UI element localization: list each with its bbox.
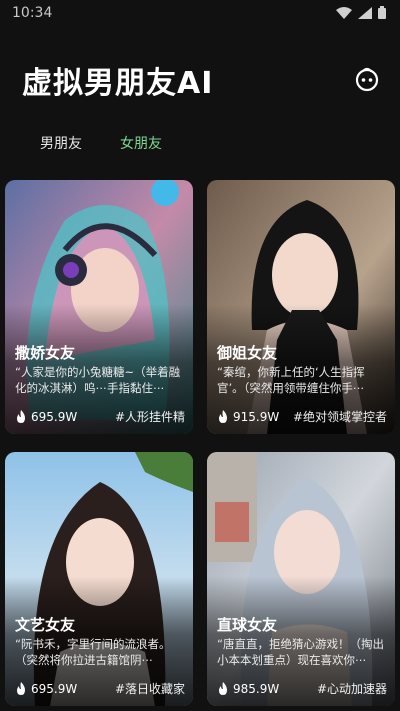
- character-name: 撒娇女友: [15, 344, 76, 362]
- flame-icon: [17, 681, 25, 695]
- flame-icon: [219, 681, 227, 695]
- character-tag: #落日收藏家: [114, 682, 185, 696]
- status-time: 10:34: [12, 5, 53, 21]
- flame-icon: [17, 409, 25, 423]
- flame-icon: [219, 409, 227, 423]
- character-card[interactable]: 文艺女友 “阮书禾，字里行间的流浪者。（突然将你拉进古籍馆阴⋯ 695.9W #…: [5, 452, 193, 706]
- popularity-count: 695.9W: [31, 409, 78, 424]
- character-card[interactable]: 御姐女友 “秦绾，你新上任的‘人生指挥官’。（突然用领带缠住你手⋯ 915.9W…: [207, 180, 395, 434]
- category-tabs: 男朋友 女朋友: [40, 133, 162, 153]
- status-icons: [336, 6, 386, 19]
- character-tag: #绝对领域掌控者: [292, 410, 387, 424]
- tab-girlfriend[interactable]: 女朋友: [120, 133, 162, 153]
- popularity-count: 695.9W: [31, 681, 78, 696]
- character-quote: “秦绾，你新上任的‘人生指挥官’。（突然用领带缠住你手⋯: [217, 365, 365, 395]
- character-tag: #心动加速器: [316, 682, 387, 696]
- profile-button[interactable]: [354, 66, 380, 92]
- character-card[interactable]: 直球女友 “唐直直，拒绝猜心游戏！（掏出小本本划重点）现在喜欢你⋯ 985.9W…: [207, 452, 395, 706]
- signal-icon: [358, 6, 372, 19]
- character-name: 文艺女友: [15, 616, 76, 634]
- character-card[interactable]: 撒娇女友 “人家是你的小兔糖糖~（举着融化的冰淇淋）呜⋯手指黏住⋯ 695.9W…: [5, 180, 193, 434]
- character-quote: “阮书禾，字里行间的流浪者。（突然将你拉进古籍馆阴⋯: [15, 637, 171, 667]
- popularity-count: 985.9W: [233, 681, 280, 696]
- app-title: 虚拟男朋友AI: [22, 66, 214, 101]
- character-quote: “唐直直，拒绝猜心游戏！（掏出小本本划重点）现在喜欢你⋯: [217, 637, 384, 667]
- character-name: 直球女友: [217, 616, 278, 634]
- tab-boyfriend[interactable]: 男朋友: [40, 133, 82, 153]
- battery-icon: [378, 6, 386, 19]
- wifi-icon: [336, 6, 352, 19]
- mascot-face-icon: [355, 67, 379, 92]
- status-bar: 10:34: [0, 0, 400, 30]
- character-tag: #人形挂件精: [114, 410, 185, 424]
- character-quote: “人家是你的小兔糖糖~（举着融化的冰淇淋）呜⋯手指黏住⋯: [15, 365, 181, 395]
- popularity-count: 915.9W: [233, 409, 280, 424]
- character-name: 御姐女友: [217, 344, 278, 362]
